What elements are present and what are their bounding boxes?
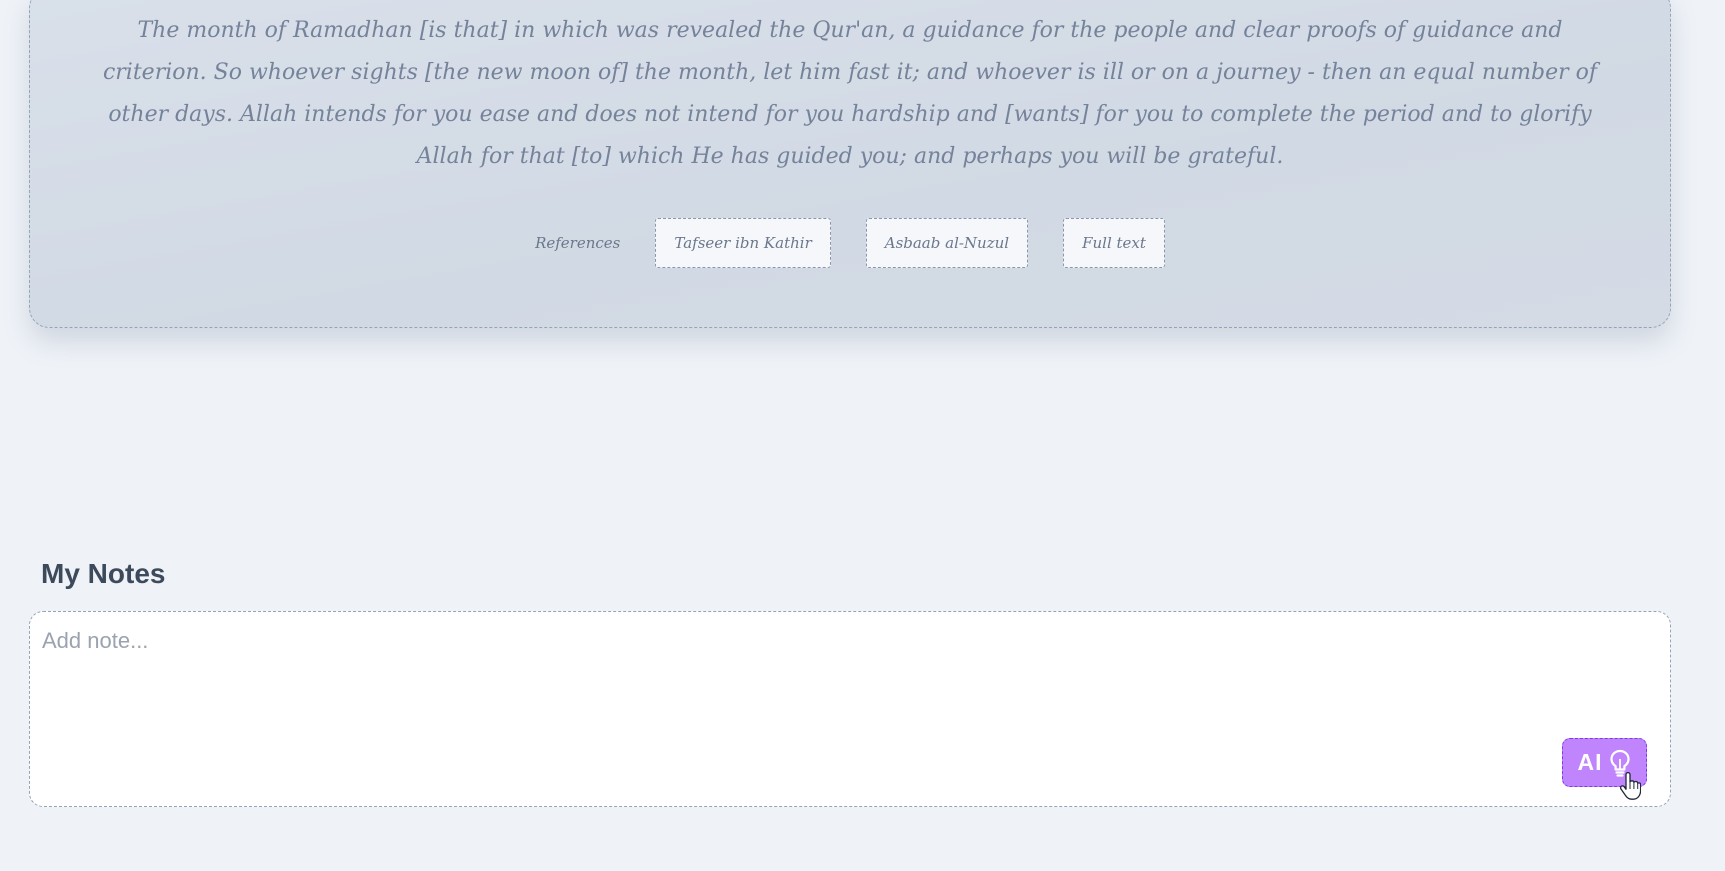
tafseer-ibn-kathir-button[interactable]: Tafseer ibn Kathir [655,218,831,268]
my-notes-title: My Notes [41,558,166,589]
verse-card: The month of Ramadhan [is that] in which… [29,0,1671,328]
references-label: References [535,234,621,252]
verse-text: The month of Ramadhan [is that] in which… [102,18,1598,169]
ai-suggest-button[interactable]: AI [1562,738,1647,787]
lightbulb-icon [1608,748,1632,778]
notes-box: AI [29,611,1671,807]
note-input[interactable] [42,628,1542,778]
references-row: References Tafseer ibn Kathir Asbaab al-… [30,218,1670,268]
page: The month of Ramadhan [is that] in which… [0,0,1725,871]
full-text-button[interactable]: Full text [1063,218,1165,268]
ai-button-label: AI [1577,749,1603,775]
asbaab-al-nuzul-button[interactable]: Asbaab al-Nuzul [865,218,1029,268]
